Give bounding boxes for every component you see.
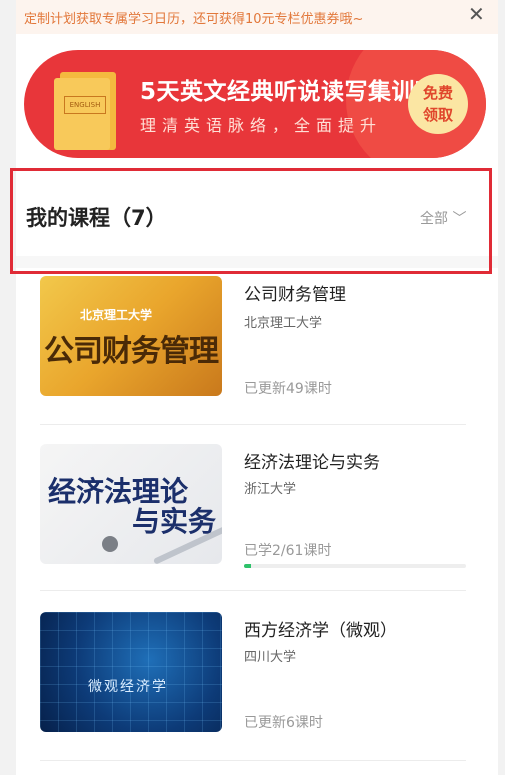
course-thumbnail[interactable]: 北京理工大学 公司财务管理 [40, 276, 222, 396]
course-school: 四川大学 [244, 650, 297, 665]
course-item[interactable]: 经济法理论 与实务 经济法理论与实务 浙江大学 已学2/61课时 [40, 444, 466, 584]
course-thumbnail[interactable]: 经济法理论 与实务 [40, 444, 222, 564]
promo-banner[interactable]: ENGLISH 5天英文经典听说读写集训营 理清英语脉络，全面提升 免费 领取 [24, 50, 486, 158]
course-page: 定制计划获取专属学习日历，还可获得10元专栏优惠券哦~ ✕ ENGLISH 5天… [16, 0, 498, 775]
course-progress-fill [244, 564, 252, 568]
thumbnail-grid [40, 612, 222, 732]
book-label: ENGLISH [64, 96, 106, 114]
course-progress-bar [244, 564, 466, 568]
course-item[interactable]: 北京理工大学 公司财务管理 公司财务管理 北京理工大学 已更新49课时 [40, 276, 466, 416]
highlight-box [10, 168, 492, 274]
banner-title: 5天英文经典听说读写集训营 [140, 79, 439, 105]
course-title: 公司财务管理 [244, 285, 346, 305]
list-divider [40, 424, 466, 425]
list-divider [40, 760, 466, 761]
course-school: 北京理工大学 [244, 316, 323, 331]
thumbnail-title-line2: 与实务 [132, 505, 217, 538]
course-item[interactable]: 微观经济学 西方经济学（微观） 四川大学 已更新6课时 [40, 612, 466, 752]
notice-text: 定制计划获取专属学习日历，还可获得10元专栏优惠券哦~ [24, 12, 364, 27]
notice-bar[interactable]: 定制计划获取专属学习日历，还可获得10元专栏优惠券哦~ ✕ [16, 0, 498, 34]
list-divider [40, 590, 466, 591]
course-title: 西方经济学（微观） [244, 621, 397, 641]
free-claim-label-1: 免费 [422, 84, 453, 102]
banner-subtitle: 理清英语脉络，全面提升 [140, 116, 383, 135]
free-claim-button[interactable]: 免费 领取 [408, 74, 468, 134]
thumbnail-title: 微观经济学 [88, 679, 168, 695]
lecturer-avatar [102, 536, 118, 552]
book-icon: ENGLISH [54, 72, 116, 150]
course-status: 已学2/61课时 [244, 543, 332, 559]
thumbnail-school: 北京理工大学 [80, 308, 153, 322]
course-status: 已更新6课时 [244, 715, 323, 731]
course-thumbnail[interactable]: 微观经济学 [40, 612, 222, 732]
free-claim-label-2: 领取 [422, 106, 453, 124]
course-status: 已更新49课时 [244, 381, 332, 397]
close-icon[interactable]: ✕ [468, 4, 485, 24]
course-title: 经济法理论与实务 [244, 453, 380, 473]
thumbnail-title: 公司财务管理 [44, 334, 219, 369]
course-school: 浙江大学 [244, 482, 297, 497]
